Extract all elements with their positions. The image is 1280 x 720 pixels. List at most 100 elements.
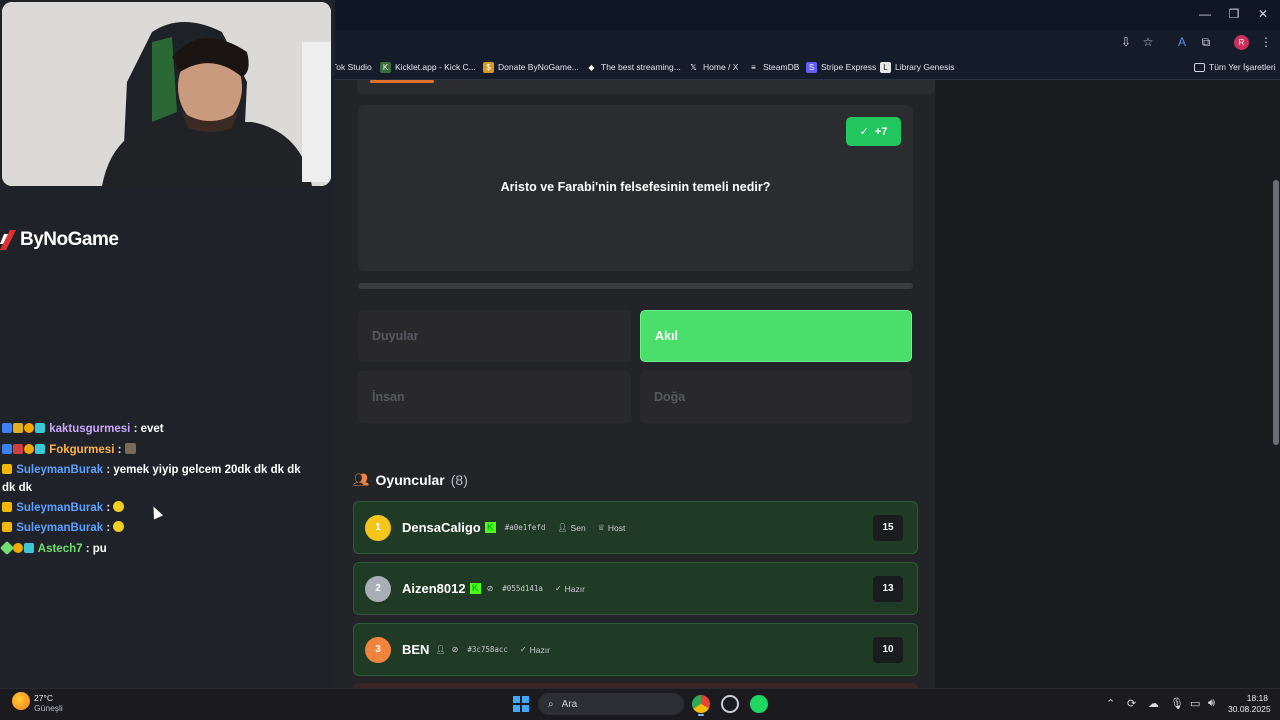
quiz-page: ✓ +7 Aristo ve Farabi'nin felsefesinin te…	[335, 80, 1272, 688]
microphone-icon[interactable]: 🎙︎	[1170, 697, 1184, 710]
remove-user-icon[interactable]: ⊘	[487, 584, 494, 593]
player-name: BEN	[402, 642, 430, 657]
install-app-icon[interactable]: ⇩	[1118, 34, 1134, 50]
check-circle-icon: ✓	[554, 584, 562, 593]
chat-message: Astech7 : pu	[0, 540, 302, 558]
question-text: Aristo ve Farabi'nin felsefesinin temeli…	[500, 180, 771, 194]
bookmark-steamdb[interactable]: ≡ SteamDB	[748, 58, 799, 76]
answer-option-1[interactable]: Duyular	[358, 310, 631, 362]
extensions-icon[interactable]: ⧉	[1198, 34, 1214, 50]
players-count: (8)	[450, 472, 468, 488]
kicklet-icon: K	[380, 61, 391, 73]
answer-option-2[interactable]: Akıl	[640, 310, 912, 362]
start-button[interactable]	[513, 696, 529, 712]
timer-bar	[358, 283, 913, 289]
obs-icon[interactable]	[721, 695, 739, 713]
chat-message: SuleymanBurak : yemek yiyip gelcem 20dk …	[2, 461, 302, 497]
bookmark-donate[interactable]: $ Donate ByNoGame...	[483, 58, 579, 76]
remove-user-icon[interactable]: ⊘	[452, 645, 459, 654]
restore-button[interactable]: ❐	[1219, 4, 1249, 24]
scrollbar-thumb[interactable]	[1273, 180, 1279, 445]
sync-icon[interactable]: ⟳	[1127, 697, 1136, 710]
rank-badge: 1	[365, 514, 391, 541]
book-icon: L	[880, 61, 891, 73]
active-app-indicator	[698, 714, 704, 716]
clock[interactable]: 18:18 30.08.2025	[1228, 693, 1271, 715]
user-icon: 👤︎	[557, 523, 568, 532]
player-row[interactable]: 3 BEN 👤︎ ⊘ #3c758acc ✓ Hazır 10	[353, 623, 918, 676]
emote-icon	[124, 443, 136, 454]
steamdb-icon: ≡	[751, 62, 756, 72]
user-icon: 👤︎	[435, 645, 446, 654]
chat-text: : pu	[85, 543, 107, 555]
emote-icon	[113, 501, 125, 512]
player-score: 15	[873, 514, 903, 541]
cloud-icon[interactable]: ☁	[1148, 697, 1159, 710]
chat-username[interactable]: kaktusgurmesi	[49, 423, 130, 435]
profile-avatar[interactable]: R	[1234, 35, 1249, 50]
ready-tag: ✓ Hazır	[519, 644, 550, 655]
stripe-icon: S	[806, 61, 817, 73]
bookmark-stripe[interactable]: S Stripe Express	[806, 58, 876, 76]
you-tag: 👤︎ Sen	[557, 522, 586, 533]
bookmark-star-icon[interactable]: ☆	[1140, 34, 1156, 50]
network-icon[interactable]: ▭	[1190, 697, 1200, 710]
emote-icon	[113, 521, 125, 532]
player-id: #3c758acc	[467, 645, 508, 654]
badge-icon	[13, 543, 23, 553]
players-title: Oyuncular	[375, 472, 445, 488]
chat-username[interactable]: SuleymanBurak	[16, 502, 103, 514]
chat-username[interactable]: SuleymanBurak	[16, 522, 103, 534]
player-id: #055d141a	[502, 584, 543, 593]
badge-icon	[0, 540, 15, 556]
answer-option-4[interactable]: Doğa	[640, 371, 912, 423]
badge-icon	[13, 444, 23, 454]
answer-option-3[interactable]: İnsan	[358, 371, 631, 423]
badge-icon	[35, 444, 45, 454]
all-bookmarks-folder[interactable]: Tüm Yer İşaretleri	[1194, 58, 1276, 76]
x-icon: 𝕏	[690, 62, 697, 72]
top-info-bar	[357, 80, 935, 94]
tray-overflow-icon[interactable]: ⌃	[1106, 697, 1115, 710]
taskbar-search[interactable]: ⌕ Ara	[538, 693, 684, 715]
player-row[interactable]: 2 Aizen8012 K ⊘ #055d141a ✓ Hazır 13	[353, 562, 918, 615]
chat-text: : evet	[133, 423, 164, 435]
chat-text: :	[106, 522, 114, 534]
crown-icon: ♕	[597, 523, 605, 532]
player-row[interactable]: 1 DensaCaligo K #a0e1fefd 👤︎ Sen ♕ Host 15	[353, 501, 918, 554]
check-circle-icon: ✓	[519, 645, 527, 654]
weather-icon[interactable]	[12, 692, 30, 710]
translate-icon[interactable]: A	[1174, 34, 1190, 50]
chat-username[interactable]: Astech7	[38, 543, 83, 555]
bookmark-streaming[interactable]: ◆ The best streaming...	[586, 58, 680, 76]
kick-icon: K	[469, 583, 481, 594]
chat-username[interactable]: SuleymanBurak	[16, 464, 103, 476]
chat-username[interactable]: Fokgurmesi	[49, 444, 114, 456]
top-progress-indicator	[370, 80, 434, 83]
minimize-button[interactable]: —	[1190, 4, 1220, 24]
bookmark-libgen[interactable]: L Library Genesis	[880, 58, 955, 76]
diamond-icon: ◆	[588, 62, 595, 72]
spotify-icon[interactable]	[750, 695, 768, 713]
host-tag: ♕ Host	[597, 522, 626, 533]
player-score: 10	[873, 636, 903, 663]
badge-icon	[2, 444, 12, 454]
chrome-icon[interactable]	[692, 695, 710, 713]
player-name: DensaCaligo	[402, 520, 481, 535]
bookmark-x[interactable]: 𝕏 Home / X	[688, 58, 738, 76]
bookmark-kicklet[interactable]: K Kicklet.app - Kick C...	[380, 58, 476, 76]
bynogame-logo: ByNoGame	[0, 226, 119, 254]
folder-icon	[1194, 62, 1205, 72]
bookmark-tok-studio[interactable]: Tok Studio	[332, 58, 372, 76]
volume-icon[interactable]: 🔊︎	[1208, 697, 1215, 710]
menu-icon[interactable]: ⋮	[1258, 34, 1274, 50]
points-badge: ✓ +7	[846, 117, 901, 146]
badge-icon	[24, 444, 34, 454]
weather-widget[interactable]: 27°C Güneşli	[34, 693, 63, 713]
donate-icon: $	[483, 61, 494, 73]
chat-text: :	[106, 502, 114, 514]
badge-icon	[2, 423, 12, 433]
close-window-button[interactable]: ✕	[1248, 4, 1278, 24]
ready-tag: ✓ Hazır	[554, 583, 585, 594]
player-name: Aizen8012	[402, 581, 466, 596]
